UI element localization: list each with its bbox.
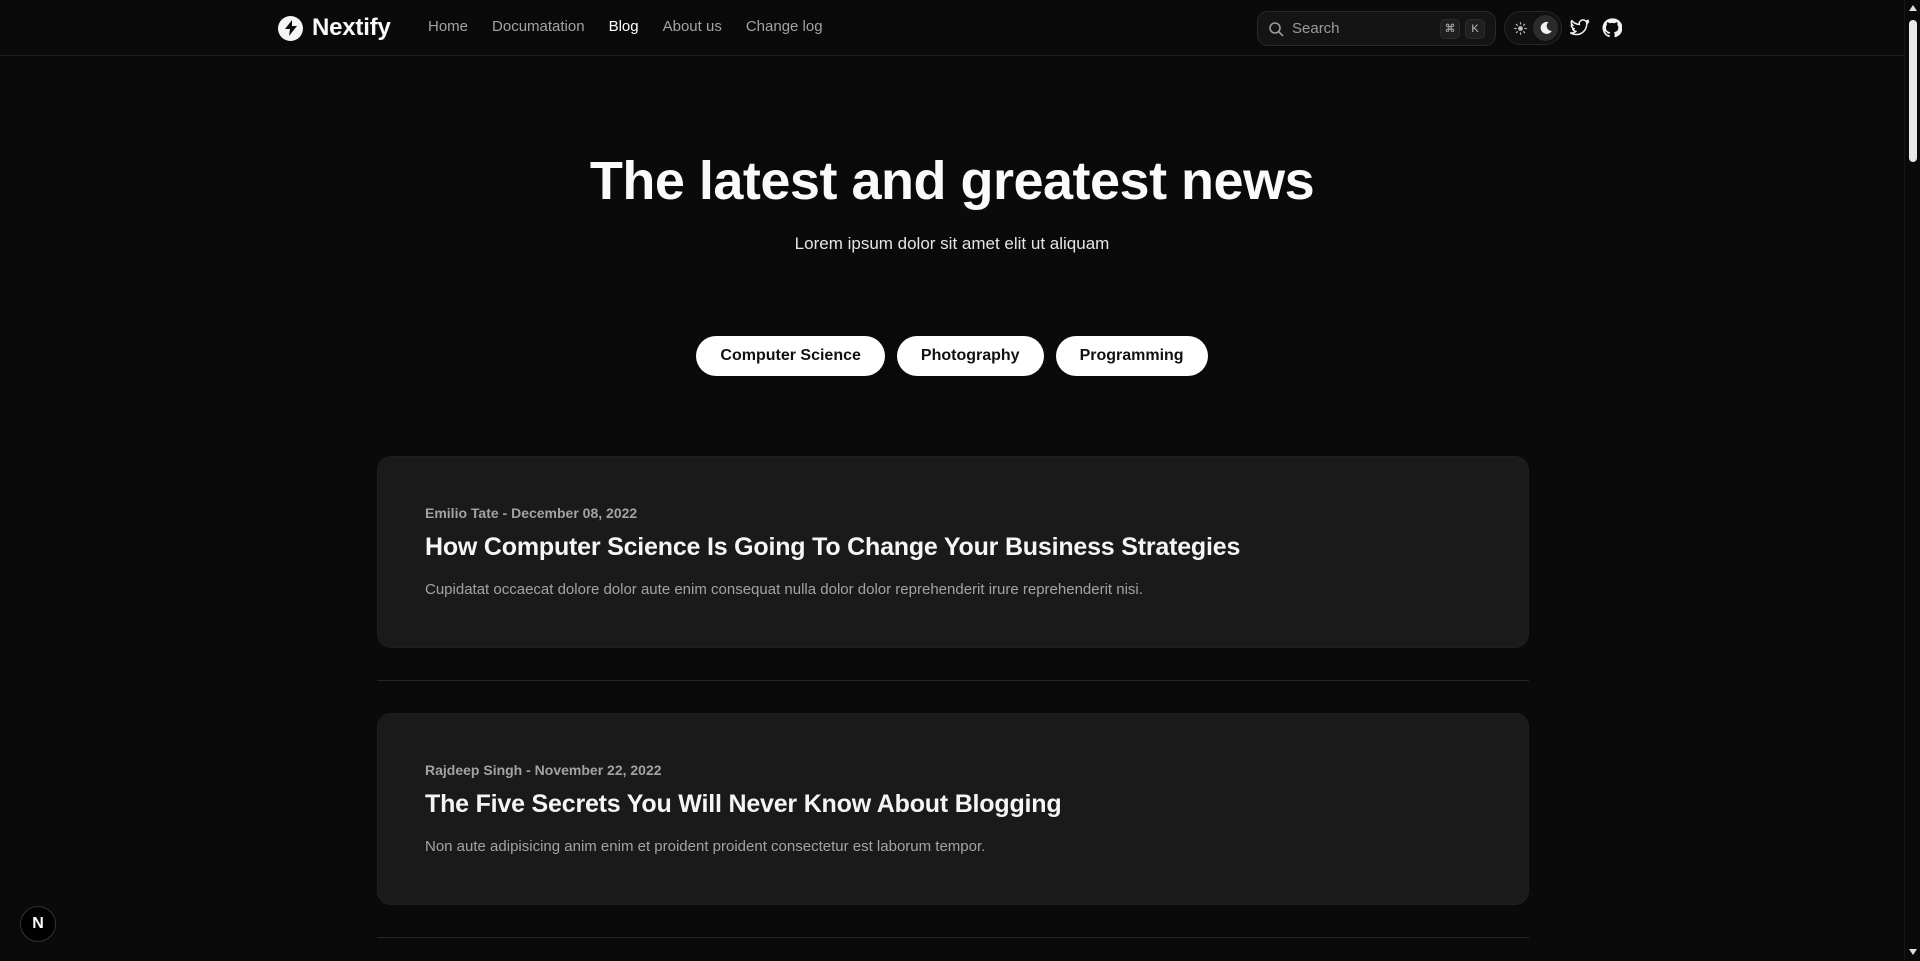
category-programming[interactable]: Programming bbox=[1055, 336, 1208, 376]
nextjs-dev-badge[interactable]: N bbox=[20, 906, 56, 942]
nav-home[interactable]: Home bbox=[428, 18, 468, 35]
brand-name: Nextify bbox=[312, 14, 391, 41]
github-icon[interactable] bbox=[1601, 17, 1623, 39]
shortcut-cmd-key: ⌘ bbox=[1440, 18, 1460, 39]
post-title[interactable]: How Computer Science Is Going To Change … bbox=[425, 533, 1240, 562]
page-scrollbar[interactable] bbox=[1904, 0, 1920, 961]
sun-icon[interactable] bbox=[1508, 15, 1533, 41]
post-divider bbox=[377, 680, 1529, 681]
shortcut-k-key: K bbox=[1465, 18, 1485, 39]
page-subtitle: Lorem ipsum dolor sit amet elit ut aliqu… bbox=[794, 234, 1110, 253]
page-title: The latest and greatest news bbox=[589, 151, 1315, 211]
post-meta: Emilio Tate - December 08, 2022 bbox=[425, 505, 638, 521]
brand-link[interactable]: Nextify bbox=[278, 14, 391, 42]
category-filters: Computer Science Photography Programming bbox=[0, 336, 1904, 376]
twitter-icon[interactable] bbox=[1569, 17, 1591, 39]
lightning-icon bbox=[278, 15, 303, 41]
post-divider bbox=[377, 937, 1529, 938]
theme-toggle bbox=[1504, 11, 1562, 45]
post-meta: Rajdeep Singh - November 22, 2022 bbox=[425, 762, 662, 778]
blog-post-card[interactable]: Emilio Tate - December 08, 2022 How Comp… bbox=[377, 456, 1529, 648]
scroll-down-arrow-icon[interactable] bbox=[1909, 949, 1917, 955]
post-excerpt: Cupidatat occaecat dolore dolor aute eni… bbox=[425, 581, 1143, 598]
search-box[interactable]: ⌘ K bbox=[1257, 11, 1496, 46]
nav-about-us[interactable]: About us bbox=[663, 18, 722, 35]
nav-blog[interactable]: Blog bbox=[609, 18, 639, 35]
post-excerpt: Non aute adipisicing anim enim et proide… bbox=[425, 838, 986, 855]
blog-post-card[interactable]: Rajdeep Singh - November 22, 2022 The Fi… bbox=[377, 713, 1529, 905]
main-nav: Home Documatation Blog About us Change l… bbox=[428, 18, 823, 35]
scroll-up-arrow-icon[interactable] bbox=[1909, 5, 1917, 11]
search-icon bbox=[1268, 21, 1284, 37]
nav-documentation[interactable]: Documatation bbox=[492, 18, 585, 35]
category-photography[interactable]: Photography bbox=[896, 336, 1044, 376]
moon-icon[interactable] bbox=[1533, 15, 1558, 41]
search-input[interactable] bbox=[1292, 20, 1435, 37]
category-computer-science[interactable]: Computer Science bbox=[696, 336, 885, 376]
scroll-thumb[interactable] bbox=[1909, 20, 1917, 162]
post-title[interactable]: The Five Secrets You Will Never Know Abo… bbox=[425, 790, 1062, 819]
nav-change-log[interactable]: Change log bbox=[746, 18, 823, 35]
top-navbar: Nextify Home Documatation Blog About us … bbox=[0, 0, 1904, 56]
